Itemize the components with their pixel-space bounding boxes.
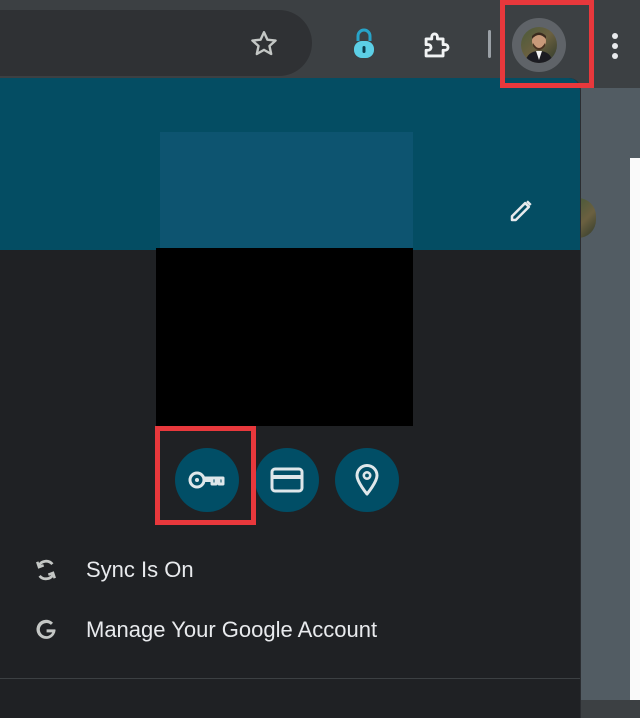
page-background [578, 88, 640, 700]
google-g-icon [28, 612, 64, 648]
avatar [521, 27, 557, 63]
manage-account-label: Manage Your Google Account [86, 617, 378, 642]
redacted-profile-info [156, 248, 413, 426]
puzzle-icon [424, 32, 450, 58]
profile-menu-panel: Sync Is On Manage Your Google Account [0, 78, 581, 718]
passwords-button[interactable] [175, 448, 239, 512]
pencil-icon [510, 200, 532, 222]
sync-label: Sync Is On [86, 557, 194, 582]
quick-actions-row [175, 448, 405, 512]
credit-card-icon [270, 467, 304, 493]
sync-menu-item[interactable]: Sync Is On [0, 542, 580, 598]
payment-methods-button[interactable] [255, 448, 319, 512]
more-vertical-icon [612, 33, 618, 59]
profile-picture-area [160, 132, 413, 248]
extension-lock-button[interactable] [344, 24, 384, 64]
manage-account-menu-item[interactable]: Manage Your Google Account [0, 602, 580, 658]
toolbar-divider [488, 30, 491, 58]
bookmark-star-button[interactable] [242, 22, 286, 66]
profile-button[interactable] [512, 18, 566, 72]
location-pin-icon [355, 464, 379, 496]
extensions-button[interactable] [414, 24, 458, 68]
lock-icon [354, 28, 374, 58]
browser-toolbar [0, 0, 640, 88]
star-icon [251, 31, 277, 56]
more-menu-button[interactable] [600, 24, 630, 68]
edit-profile-button[interactable] [500, 188, 544, 232]
key-icon [188, 471, 225, 489]
addresses-button[interactable] [335, 448, 399, 512]
menu-divider [0, 678, 580, 679]
sync-icon [28, 552, 64, 588]
